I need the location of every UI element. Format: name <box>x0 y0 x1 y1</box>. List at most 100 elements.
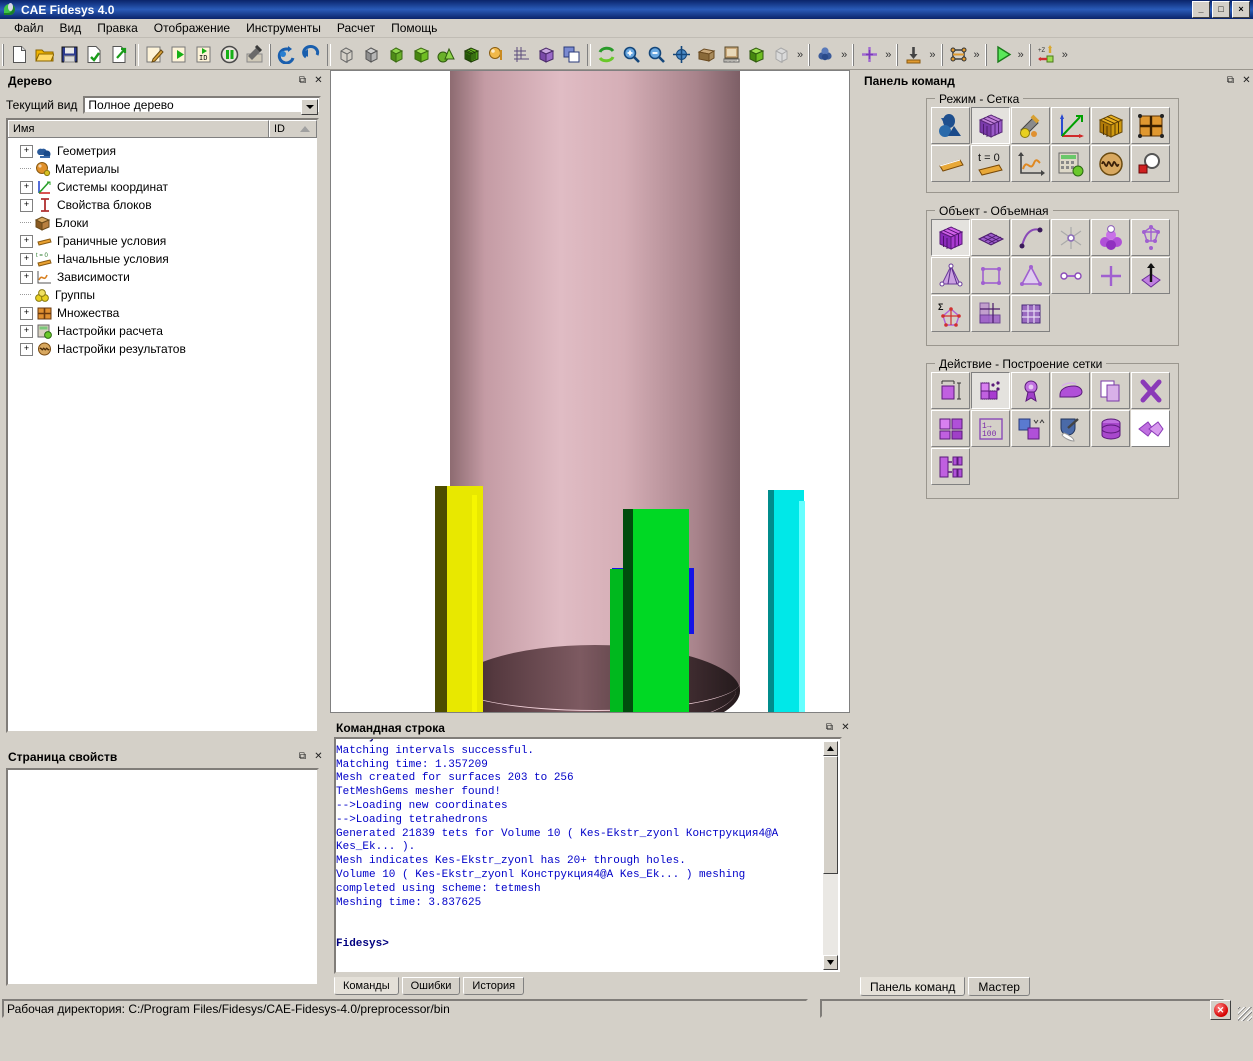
tree-column-name[interactable]: Имя <box>8 120 269 137</box>
material-ball-icon[interactable] <box>484 42 509 67</box>
sweep-icon[interactable] <box>1091 410 1130 447</box>
restore-icon[interactable]: ⧉ <box>296 75 309 88</box>
expand-icon[interactable]: + <box>20 342 33 356</box>
mesh-mode-icon[interactable] <box>971 107 1010 144</box>
block-grid-icon[interactable] <box>1011 295 1050 332</box>
tab-command-panel[interactable]: Панель команд <box>860 977 966 996</box>
3d-viewport[interactable]: X Y Z <box>330 70 850 713</box>
tree-column-id[interactable]: ID <box>269 120 317 137</box>
id-play-icon[interactable]: ID <box>192 42 217 67</box>
scroll-up-icon[interactable] <box>823 741 838 756</box>
restore-icon[interactable]: ⧉ <box>296 751 309 764</box>
properties-content[interactable] <box>6 768 319 986</box>
export-icon[interactable] <box>107 42 132 67</box>
tree-item-geometry[interactable]: + Геометрия <box>8 142 317 160</box>
volume-icon[interactable] <box>931 219 970 256</box>
close-icon[interactable]: ✕ <box>312 75 325 88</box>
toolbar-overflow-2[interactable]: » <box>838 49 850 61</box>
undo-icon[interactable] <box>299 42 324 67</box>
coordinate-mode-icon[interactable] <box>1051 107 1090 144</box>
results-mode-icon[interactable] <box>1091 145 1130 182</box>
console-output[interactable]: Fidesys> mesh volume 10 Matching interva… <box>334 737 842 974</box>
node-icon[interactable] <box>1091 257 1130 294</box>
toolbar-overflow-5[interactable]: » <box>971 49 983 61</box>
expand-icon[interactable]: + <box>20 180 33 194</box>
cluster-blue-icon[interactable] <box>813 42 838 67</box>
close-icon[interactable]: ✕ <box>1240 75 1253 88</box>
tree-item-blocks[interactable]: Блоки <box>8 214 317 232</box>
close-button[interactable]: × <box>1232 1 1250 18</box>
paint-icon[interactable] <box>1051 410 1090 447</box>
refine-icon[interactable] <box>931 410 970 447</box>
shell-element-icon[interactable] <box>1131 257 1170 294</box>
vertex-icon[interactable] <box>1051 219 1090 256</box>
initial-condition-mode-icon[interactable]: t = 0 <box>971 145 1010 182</box>
surface-icon[interactable] <box>971 219 1010 256</box>
menu-display[interactable]: Отображение <box>146 19 238 37</box>
edge-element-icon[interactable] <box>1051 257 1090 294</box>
expand-icon[interactable]: + <box>20 234 33 248</box>
overlap-squares-icon[interactable] <box>559 42 584 67</box>
renumber-icon[interactable]: 1→ 100 <box>971 410 1010 447</box>
restore-icon[interactable]: ⧉ <box>823 722 836 735</box>
interval-icon[interactable] <box>931 372 970 409</box>
calculation-mode-icon[interactable] <box>1051 145 1090 182</box>
tree-item-groups[interactable]: Группы <box>8 286 317 304</box>
wireframe-cube-icon[interactable] <box>334 42 359 67</box>
split-icon[interactable] <box>931 448 970 485</box>
tab-wizard[interactable]: Мастер <box>968 977 1030 996</box>
tree-item-calc-settings[interactable]: + Настройки расчета <box>8 322 317 340</box>
quality-icon[interactable] <box>1011 372 1050 409</box>
chevron-down-icon[interactable] <box>301 98 318 115</box>
tab-commands[interactable]: Команды <box>334 977 399 995</box>
copy-mesh-icon[interactable] <box>1091 372 1130 409</box>
menu-edit[interactable]: Правка <box>89 19 146 37</box>
minimize-button[interactable]: _ <box>1192 1 1210 18</box>
material-mode-icon[interactable] <box>1011 107 1050 144</box>
box-icon[interactable] <box>694 42 719 67</box>
ghost-cube-icon[interactable] <box>769 42 794 67</box>
console-scrollbar[interactable] <box>823 741 838 970</box>
ruler-icon[interactable] <box>719 42 744 67</box>
hiddenline-cube-icon[interactable] <box>359 42 384 67</box>
tree-item-result-settings[interactable]: + Настройки результатов <box>8 340 317 358</box>
refresh-icon[interactable] <box>594 42 619 67</box>
transparent-cube-icon[interactable] <box>534 42 559 67</box>
journal-edit-icon[interactable] <box>142 42 167 67</box>
dependency-mode-icon[interactable] <box>1011 145 1050 182</box>
element-icon[interactable] <box>1131 219 1170 256</box>
load-down-icon[interactable] <box>901 42 926 67</box>
zaxis-icon[interactable]: +Z <box>1034 42 1059 67</box>
console-prompt[interactable]: Fidesys> <box>336 938 840 952</box>
mesh-cube-icon[interactable] <box>459 42 484 67</box>
toolbar-overflow-1[interactable]: » <box>794 49 806 61</box>
tree-item-coordinate-systems[interactable]: + Системы координат <box>8 178 317 196</box>
tree-item-sets[interactable]: + Множества <box>8 304 317 322</box>
toolbar-overflow-7[interactable]: » <box>1059 49 1071 61</box>
toolbar-overflow-6[interactable]: » <box>1015 49 1027 61</box>
convert-icon[interactable] <box>1011 410 1050 447</box>
open-folder-icon[interactable] <box>32 42 57 67</box>
curve-icon[interactable] <box>1011 219 1050 256</box>
smoothshade-cube-icon[interactable] <box>384 42 409 67</box>
new-file-icon[interactable] <box>7 42 32 67</box>
pause-icon[interactable] <box>217 42 242 67</box>
expand-icon[interactable]: + <box>20 198 33 212</box>
tree-item-boundary-conditions[interactable]: + Граничные условия <box>8 232 317 250</box>
hex-element-icon[interactable] <box>971 257 1010 294</box>
menu-tools[interactable]: Инструменты <box>238 19 329 37</box>
tab-history[interactable]: История <box>463 977 525 995</box>
maximize-button[interactable]: □ <box>1212 1 1230 18</box>
import-icon[interactable] <box>82 42 107 67</box>
scroll-down-icon[interactable] <box>823 955 838 970</box>
tree-item-initial-conditions[interactable]: + t = 0 Начальные условия <box>8 250 317 268</box>
current-view-combo[interactable]: Полное дерево <box>83 95 321 115</box>
resize-grip[interactable] <box>1238 1007 1252 1021</box>
tri-element-icon[interactable] <box>1011 257 1050 294</box>
restore-icon[interactable]: ⧉ <box>1224 75 1237 88</box>
boundary-frame-icon[interactable] <box>946 42 971 67</box>
node-group-icon[interactable] <box>1091 219 1130 256</box>
expand-icon[interactable]: + <box>20 306 33 320</box>
stop-icon[interactable]: ✕ <box>1210 1000 1231 1020</box>
green-cube-icon[interactable] <box>744 42 769 67</box>
